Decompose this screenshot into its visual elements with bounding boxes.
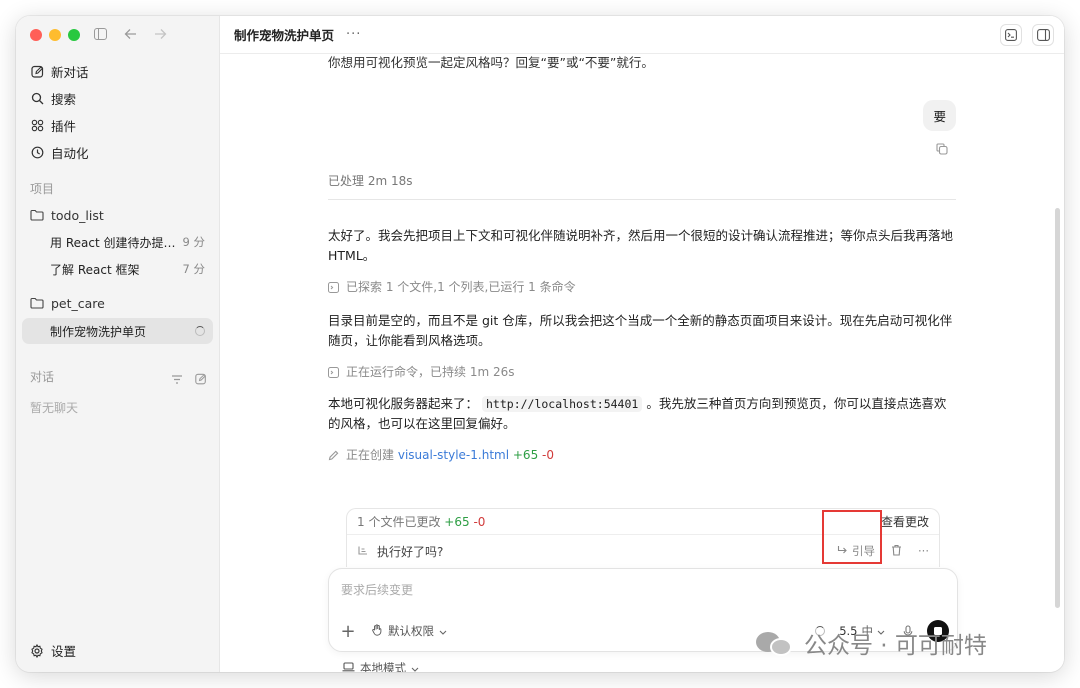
page-title: 制作宠物洗护单页 xyxy=(234,28,335,43)
main-panel: 制作宠物洗护单页 ··· 你想用可视化预览一起定风格吗？回复“要”或“不要”就行… xyxy=(220,16,1064,672)
localhost-url[interactable]: http://localhost:54401 xyxy=(482,396,643,412)
pencil-icon xyxy=(328,449,340,461)
more-options-button[interactable]: ··· xyxy=(346,27,361,42)
conversation-tools xyxy=(171,370,207,389)
thread-item[interactable]: 用 React 创建待办提醒应用 9 分 xyxy=(22,229,213,255)
watermark: 公众号 · 可可耐特 xyxy=(756,626,987,660)
chevron-down-icon xyxy=(411,661,419,672)
clock-icon xyxy=(30,146,44,160)
explored-text: 已探索 1 个文件,1 个列表,已运行 1 条命令 xyxy=(346,280,576,294)
panel-toggle-icon[interactable] xyxy=(1032,24,1054,46)
queued-text: 执行好了吗? xyxy=(377,544,444,559)
scrollbar[interactable] xyxy=(1055,208,1060,608)
permission-label: 默认权限 xyxy=(388,624,434,638)
sidebar: 新对话 搜索 插件 自动化 项目 todo_list 用 React 创建待办提… xyxy=(16,16,220,672)
assistant-paragraph: 本地可视化服务器起来了： http://localhost:54401 。我先放… xyxy=(328,394,958,434)
plugins-button[interactable]: 插件 xyxy=(22,112,213,139)
local-mode-dropdown[interactable]: 本地模式 xyxy=(342,660,419,672)
laptop-icon xyxy=(342,661,355,672)
top-bar: 制作宠物洗护单页 ··· xyxy=(220,16,1064,54)
running-command-status[interactable]: 正在运行命令，已持续 1m 26s xyxy=(328,362,958,382)
server-text-before: 本地可视化服务器起来了： xyxy=(328,396,479,411)
projects-section-label: 项目 xyxy=(30,182,55,196)
close-window-button[interactable] xyxy=(30,29,42,41)
wechat-logo-icon xyxy=(756,628,796,658)
trash-icon[interactable] xyxy=(891,544,902,559)
window-tools xyxy=(92,26,168,42)
created-file-link[interactable]: visual-style-1.html xyxy=(398,445,509,465)
thread-time: 9 分 xyxy=(182,235,205,249)
loading-spinner-icon xyxy=(195,326,205,336)
chevron-down-icon xyxy=(439,624,447,638)
annotation-highlight-box xyxy=(822,510,882,564)
changes-removed: -0 xyxy=(473,514,486,529)
thread-title: 制作宠物洗护单页 xyxy=(50,324,147,339)
new-conversation-icon[interactable] xyxy=(195,370,207,389)
window-controls xyxy=(30,29,80,41)
message-input[interactable]: 要求后续变更 xyxy=(341,581,413,598)
thread-title: 了解 React 框架 xyxy=(50,262,140,277)
top-actions xyxy=(1000,24,1054,46)
changes-summary: 1 个文件已更改 xyxy=(357,515,441,529)
project-folder-todo-list[interactable]: todo_list xyxy=(22,202,213,228)
thread-item[interactable]: 了解 React 框架 7 分 xyxy=(22,256,213,282)
settings-button[interactable]: 设置 xyxy=(30,641,76,660)
terminal-icon[interactable] xyxy=(1000,24,1022,46)
search-button[interactable]: 搜索 xyxy=(22,85,213,112)
search-icon xyxy=(30,92,44,106)
project-folder-pet-care[interactable]: pet_care xyxy=(22,290,213,316)
creating-file-status[interactable]: 正在创建 visual-style-1.html +65 -0 xyxy=(328,445,958,465)
terminal-small-icon xyxy=(328,281,340,293)
filter-icon[interactable] xyxy=(171,370,183,389)
thread-title: 用 React 创建待办提醒应用 xyxy=(50,235,177,250)
view-changes-button[interactable]: 查看更改 xyxy=(881,513,929,530)
explored-summary[interactable]: 已探索 1 个文件,1 个列表,已运行 1 条命令 xyxy=(328,277,958,297)
grid-icon xyxy=(30,119,44,133)
add-attachment-button[interactable]: + xyxy=(339,621,357,642)
conversations-section-label: 对话 xyxy=(30,370,55,384)
no-chats-text: 暂无聊天 xyxy=(30,401,79,415)
queued-more-button[interactable]: ··· xyxy=(918,544,929,558)
project-name: pet_care xyxy=(51,295,105,311)
settings-label: 设置 xyxy=(51,644,77,659)
lines-added: +65 xyxy=(512,448,539,462)
lines-removed: -0 xyxy=(542,448,554,462)
processed-duration[interactable]: 已处理 2m 18s xyxy=(328,172,956,200)
creating-prefix: 正在创建 xyxy=(346,448,395,462)
maximize-window-button[interactable] xyxy=(68,29,80,41)
automation-label: 自动化 xyxy=(51,146,89,161)
automation-button[interactable]: 自动化 xyxy=(22,139,213,166)
forward-arrow-icon[interactable] xyxy=(152,26,168,42)
app-window: 新对话 搜索 插件 自动化 项目 todo_list 用 React 创建待办提… xyxy=(16,16,1064,672)
minimize-window-button[interactable] xyxy=(49,29,61,41)
new-chat-button[interactable]: 新对话 xyxy=(22,58,213,85)
search-label: 搜索 xyxy=(51,92,77,107)
gear-icon xyxy=(30,643,44,658)
changes-added: +65 xyxy=(444,514,470,529)
plugins-label: 插件 xyxy=(51,119,77,134)
watermark-text: 公众号 · 可可耐特 xyxy=(804,633,987,659)
new-chat-label: 新对话 xyxy=(51,65,89,80)
sidebar-nav: 新对话 搜索 插件 自动化 xyxy=(22,58,213,166)
edit-icon xyxy=(30,65,44,79)
running-text: 正在运行命令，已持续 1m 26s xyxy=(346,365,515,379)
assistant-paragraph: 太好了。我会先把项目上下文和可视化伴随说明补齐，然后用一个很短的设计确认流程推进… xyxy=(328,228,954,263)
thread-time: 7 分 xyxy=(182,262,205,276)
permission-dropdown[interactable]: 默认权限 xyxy=(371,623,447,639)
thread-item-active[interactable]: 制作宠物洗护单页 xyxy=(22,318,213,344)
sidebar-toggle-icon[interactable] xyxy=(92,26,108,42)
user-message-bubble: 要 xyxy=(923,100,956,131)
folder-icon xyxy=(30,296,44,310)
assistant-message-cut: 你想用可视化预览一起定风格吗？回复“要”或“不要”就行。 xyxy=(328,55,654,70)
local-mode-label: 本地模式 xyxy=(360,661,406,672)
copy-icon[interactable] xyxy=(936,140,948,159)
assistant-paragraph: 目录目前是空的，而且不是 git 仓库，所以我会把这个当成一个全新的静态页面项目… xyxy=(328,313,953,348)
hand-icon xyxy=(371,623,383,639)
folder-icon xyxy=(30,208,44,222)
back-arrow-icon[interactable] xyxy=(122,26,138,42)
terminal-small-icon xyxy=(328,366,340,378)
queue-icon xyxy=(357,545,369,557)
project-name: todo_list xyxy=(51,207,104,223)
